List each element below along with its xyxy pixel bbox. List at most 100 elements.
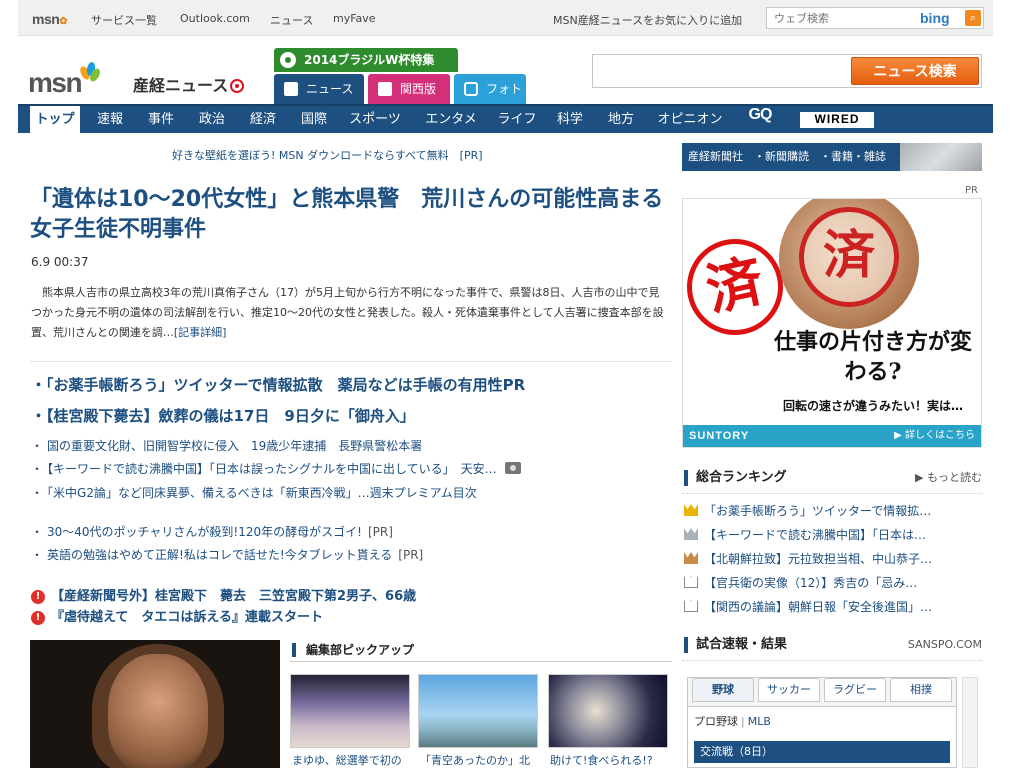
nav-gq[interactable]: GQ (740, 106, 780, 133)
web-search-box: bing ⌕ (766, 7, 984, 29)
category-nav: トップ 速報 事件 政治 経済 国際 スポーツ エンタメ ライフ 科学 地方 オ… (18, 104, 993, 133)
league-selector: プロ野球 | MLB (694, 715, 771, 728)
ad-subcopy: 回転の速さが違うみたい！実は… (782, 399, 963, 413)
editor-pickup-heading: 編集部ピックアップ (290, 638, 672, 662)
nav-life[interactable]: ライフ (493, 106, 541, 133)
msn-mini-logo[interactable]: msn✿ (32, 11, 68, 27)
nav-sokuho[interactable]: 速報 (88, 106, 132, 133)
league-npb[interactable]: プロ野球 (694, 715, 738, 728)
crown-icon (684, 552, 698, 564)
nav-jiken[interactable]: 事件 (139, 106, 183, 133)
pickup-caption[interactable]: 助けて!食べられる!? (550, 752, 653, 768)
site-logo[interactable]: msn 産経ニュース (28, 61, 245, 99)
tab-rugby[interactable]: ラグビー (824, 678, 886, 702)
divider (31, 361, 671, 362)
crown-icon (684, 528, 698, 540)
nav-kokusai[interactable]: 国際 (292, 106, 336, 133)
pr-label: PR (965, 185, 978, 196)
sankei-news-logo: 産経ニュース (133, 72, 245, 96)
butterfly-icon (78, 61, 103, 86)
league-mlb[interactable]: MLB (748, 715, 771, 728)
worldcup-tab[interactable]: 2014ブラジルW杯特集 (274, 48, 458, 72)
news-search-input[interactable] (597, 59, 847, 83)
download-promo-link[interactable]: 好きな壁紙を選ぼう! MSN ダウンロードならすべて無料 [PR] (172, 147, 483, 163)
sanspo-link[interactable]: SANSPO.COM (908, 634, 982, 656)
interleague-header: 交流戦（8日） (694, 741, 950, 763)
sankei-services-bar[interactable]: 産経新聞社 ・新聞購読 ・書籍・雑誌 (682, 143, 982, 171)
tab-sumo[interactable]: 相撲 (890, 678, 952, 702)
ranking-item[interactable]: 「お薬手帳断ろう」ツイッターで情報拡… (684, 502, 931, 519)
pr-link[interactable]: ・英語の勉強はやめて正解!私はコレで話せた!今タブレット貰える [PR] (31, 546, 423, 563)
document-icon (284, 82, 298, 96)
tab-soccer[interactable]: サッカー (758, 678, 820, 702)
feature-photo[interactable] (30, 640, 280, 768)
services-link[interactable]: サービス一覧 (91, 12, 157, 28)
newspaper-image (900, 143, 982, 171)
ad-detail-link[interactable]: ▶ 詳しくはこちら (894, 425, 975, 447)
msn-logo: msn (28, 67, 83, 98)
nav-wired[interactable]: WIRED (800, 112, 874, 128)
advertisement-banner[interactable]: 済 済 仕事の片付き方が変わる? 回転の速さが違うみたい！実は… SUNTORY… (682, 198, 982, 448)
alert-link[interactable]: ! 『虐待越えて タエコは訴える』連載スタート (31, 606, 323, 625)
ranking-more-link[interactable]: ▶ もっと読む (915, 467, 982, 489)
news-search-button[interactable]: ニュース検索 (851, 57, 979, 85)
top-headline[interactable]: 「遺体は10～20代女性」と熊本県警 荒川さんの可能性高まる 女子生徒不明事件 (30, 185, 685, 245)
pickup-thumbnail[interactable] (418, 674, 538, 748)
article-detail-link[interactable]: [記事詳細] (174, 326, 227, 339)
ranking-heading: 総合ランキング ▶ もっと読む (682, 467, 982, 489)
ranking-item[interactable]: 【関西の議論】朝鮮日報「安全後進国」… (684, 598, 932, 615)
soccer-ball-icon (280, 52, 296, 68)
tab-photo[interactable]: フォト (454, 74, 526, 104)
ranking-item[interactable]: 【官兵衛の実像（12）】秀吉の「忌み… (684, 574, 917, 591)
pickup-thumbnail[interactable] (548, 674, 668, 748)
outlook-link[interactable]: Outlook.com (180, 12, 250, 25)
butterfly-icon: ✿ (59, 16, 68, 27)
nav-kagaku[interactable]: 科学 (548, 106, 592, 133)
nav-sports[interactable]: スポーツ (343, 106, 407, 133)
news-link-big[interactable]: 【桂宮殿下薨去】斂葬の儀は17日 9日夕に「御舟入」 (31, 405, 415, 426)
score-heading: 試合速報・結果 SANSPO.COM (682, 634, 982, 656)
pickup-thumbnail[interactable] (290, 674, 410, 748)
pr-link[interactable]: ・ 30～40代のポッチャリさんが殺到!120年の酵母がスゴイ! [PR] (31, 523, 393, 540)
news-link[interactable]: ・「米中G2論」など同床異夢、備えるべきは「新東西冷戦」…週末プレミアム目次 (31, 484, 477, 501)
sankei-mark-icon (230, 79, 245, 93)
tab-news[interactable]: ニュース (274, 74, 364, 104)
nav-opinion[interactable]: オピニオン (650, 106, 730, 133)
suntory-logo: SUNTORY (689, 430, 750, 442)
score-widget: 野球 サッカー ラグビー 相撲 プロ野球 | MLB 交流戦（8日） (687, 677, 957, 768)
alert-link[interactable]: ! 【産経新聞号外】桂宮殿下 薨去 三笠宮殿下第2男子、66歳 (31, 585, 416, 604)
camera-icon (504, 462, 521, 474)
ranking-item[interactable]: 【北朝鮮拉致】元拉致担当相、中山恭子… (684, 550, 932, 567)
nav-seiji[interactable]: 政治 (190, 106, 234, 133)
nav-keizai[interactable]: 経済 (241, 106, 285, 133)
ranking-item[interactable]: 【キーワードで読む沸騰中国】「日本は… (684, 526, 926, 543)
news-link[interactable]: ・国の重要文化財、旧開智学校に侵入 19歳少年逮捕 長野県警松本署 (31, 437, 422, 454)
camera-icon (464, 82, 478, 96)
alert-icon: ! (31, 590, 45, 604)
score-scrollbar[interactable] (962, 677, 978, 768)
search-icon[interactable]: ⌕ (965, 10, 981, 26)
nav-top[interactable]: トップ (30, 106, 80, 133)
bing-logo: bing (920, 10, 950, 26)
headline-date: 6.9 00:37 (31, 255, 89, 269)
crown-icon (684, 576, 698, 588)
myfave-link[interactable]: myFave (333, 12, 376, 25)
tab-kansai[interactable]: 関西版 (368, 74, 450, 104)
news-link-big[interactable]: 「お薬手帳断ろう」ツイッターで情報拡散 薬局などは手帳の有用性PR (31, 374, 525, 395)
alert-icon: ! (31, 611, 45, 625)
crown-icon (684, 504, 698, 516)
nav-entame[interactable]: エンタメ (418, 106, 484, 133)
tab-baseball[interactable]: 野球 (692, 678, 754, 702)
web-search-input[interactable] (767, 8, 907, 28)
nav-chiho[interactable]: 地方 (599, 106, 643, 133)
document-icon (378, 82, 392, 96)
crown-icon (684, 600, 698, 612)
headline-lead: 熊本県人吉市の県立高校3年の荒川真侑子さん（17）が5月上旬から行方不明になった… (31, 286, 664, 339)
add-favorite-link[interactable]: MSN産経ニュースをお気に入りに追加 (553, 12, 742, 28)
pickup-caption[interactable]: 「青空あったのか」北 (420, 752, 530, 768)
news-link[interactable]: ・【キーワードで読む沸騰中国】「日本は誤ったシグナルを中国に出している」 天安… (31, 460, 521, 477)
pickup-caption[interactable]: まゆゆ、総選挙で初の (292, 752, 402, 768)
news-link[interactable]: ニュース (270, 12, 313, 28)
seal-face-image: 済 (799, 207, 899, 307)
news-search-box: ニュース検索 (592, 54, 982, 88)
